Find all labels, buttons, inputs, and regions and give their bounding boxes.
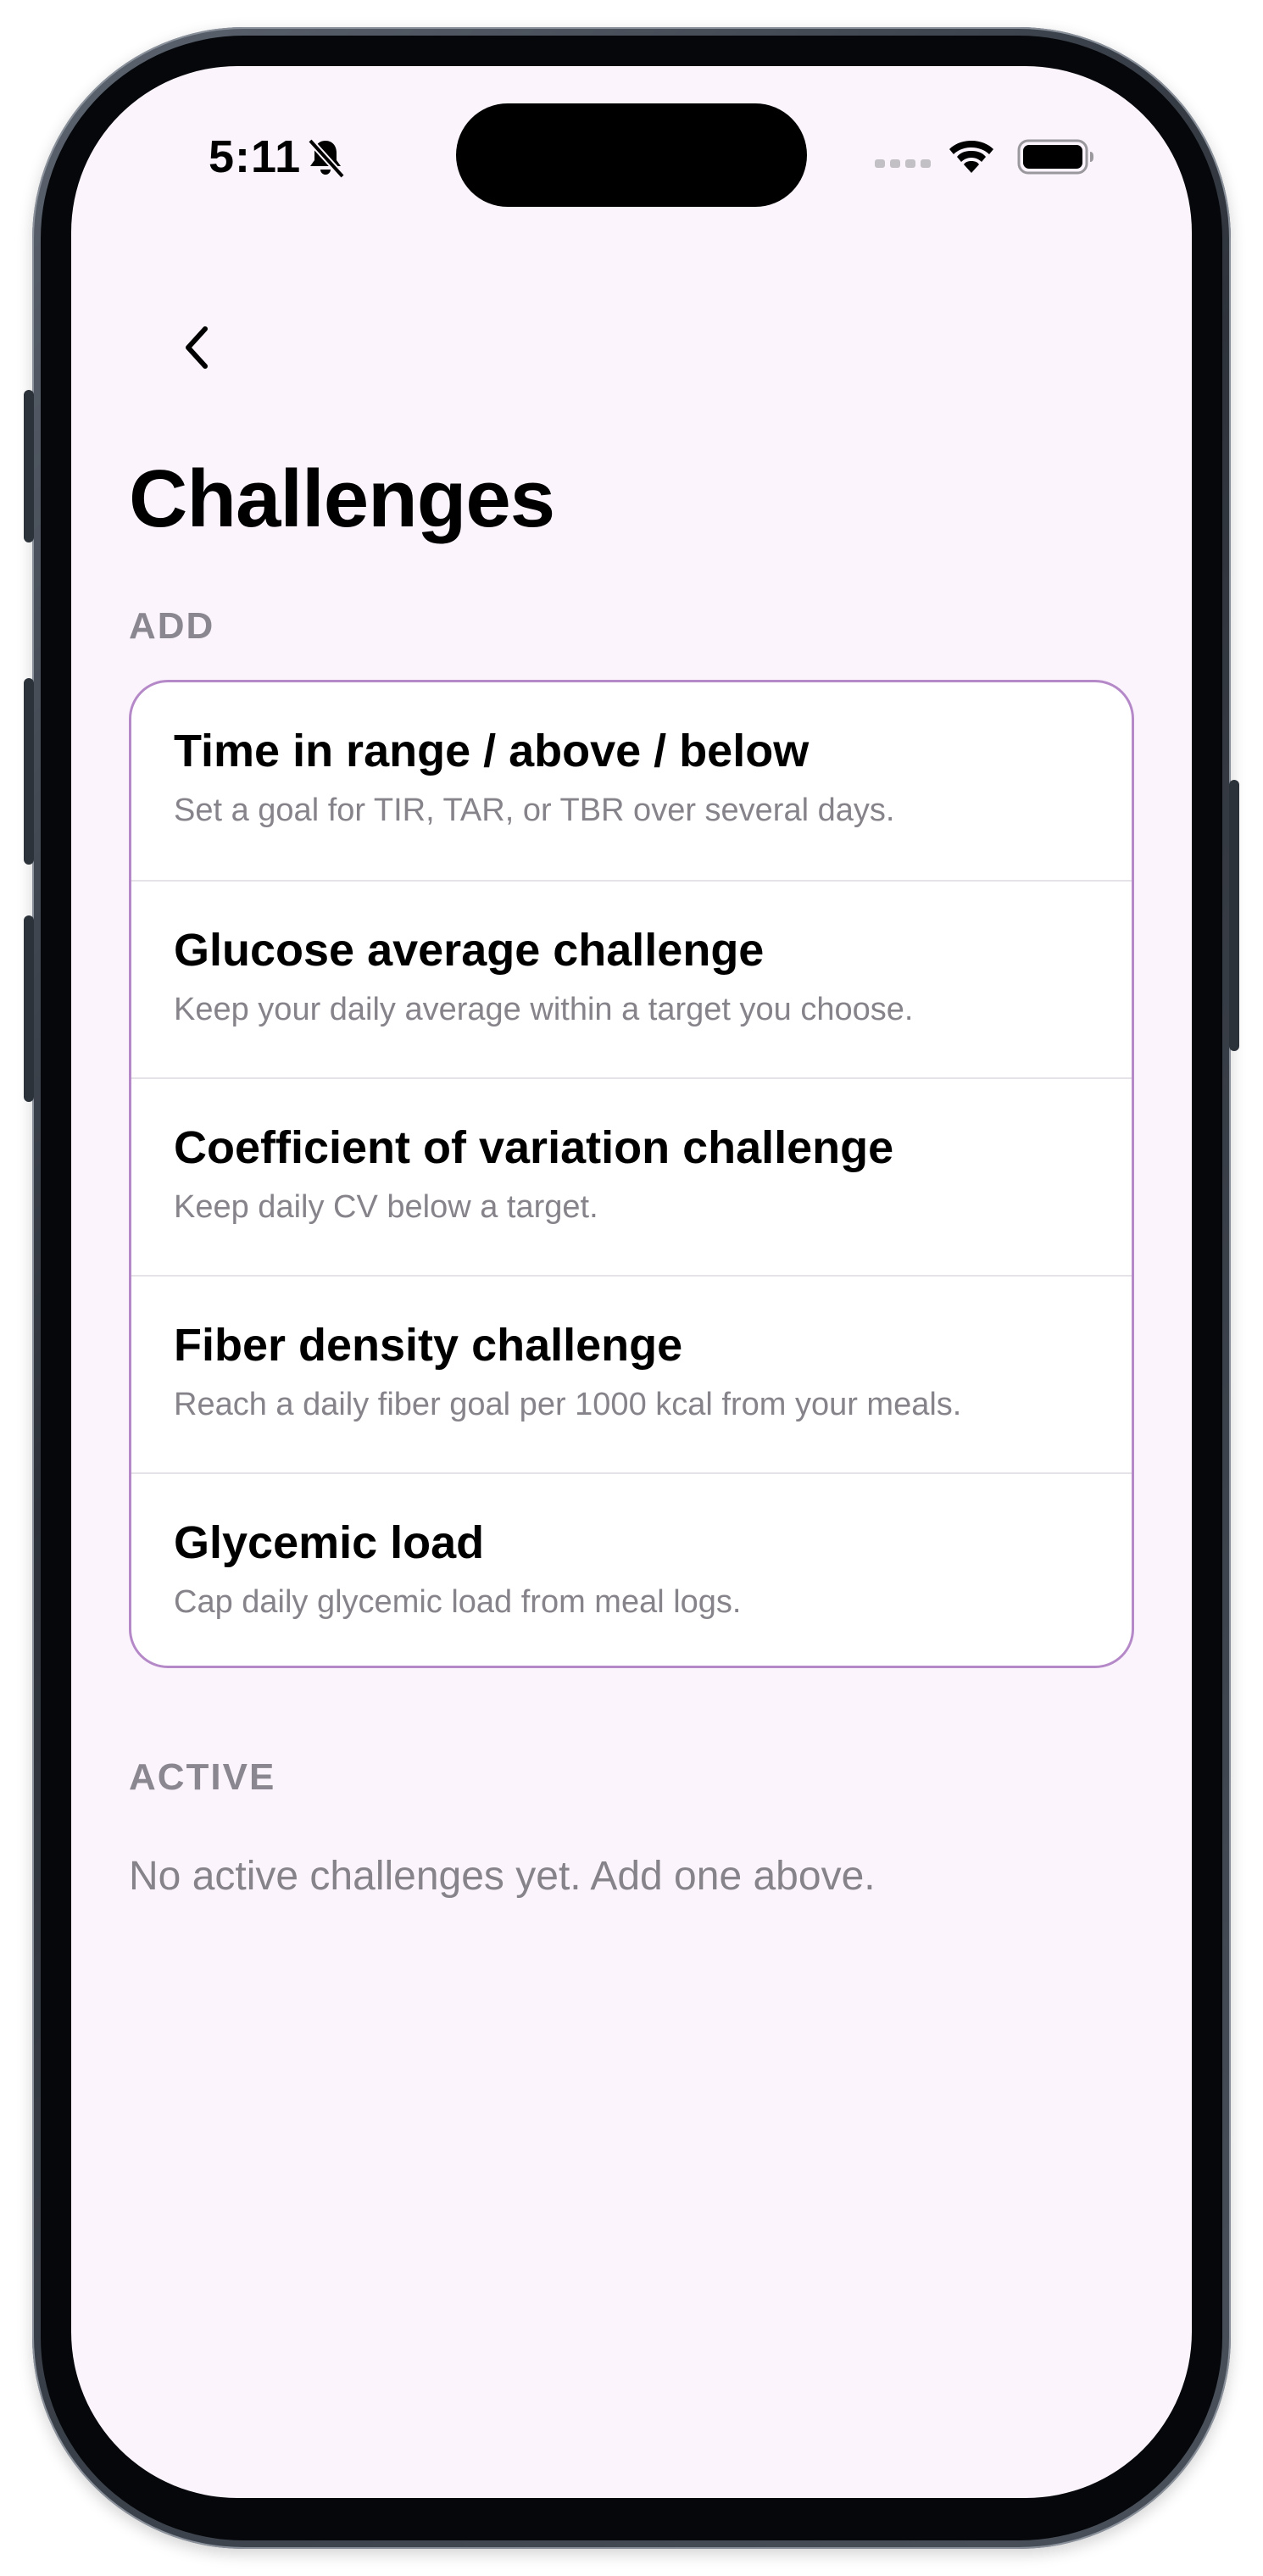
challenge-description: Set a goal for TIR, TAR, or TBR over sev… bbox=[174, 793, 895, 828]
volume-down-button bbox=[24, 915, 34, 1102]
action-button bbox=[24, 390, 34, 542]
page-title: Challenges bbox=[129, 453, 555, 544]
volume-up-button bbox=[24, 678, 34, 865]
challenge-title: Time in range / above / below bbox=[174, 726, 810, 776]
battery-icon bbox=[1017, 139, 1093, 175]
power-button bbox=[1229, 780, 1239, 1051]
cellular-signal-icon bbox=[875, 159, 931, 168]
challenge-option-coefficient-of-variation[interactable]: Coefficient of variation challenge Keep … bbox=[131, 1077, 1132, 1275]
challenge-description: Cap daily glycemic load from meal logs. bbox=[174, 1584, 742, 1620]
active-empty-message: No active challenges yet. Add one above. bbox=[129, 1854, 876, 1899]
wifi-icon bbox=[949, 141, 993, 173]
challenge-description: Keep your daily average within a target … bbox=[174, 992, 914, 1027]
challenge-option-glucose-average[interactable]: Glucose average challenge Keep your dail… bbox=[131, 880, 1132, 1077]
back-button[interactable] bbox=[161, 312, 232, 383]
add-section-label: ADD bbox=[129, 605, 215, 647]
app-screen: 5:11 Challenges ADD Time in range / abov… bbox=[71, 66, 1192, 2498]
challenge-title: Glycemic load bbox=[174, 1517, 485, 1568]
challenge-description: Reach a daily fiber goal per 1000 kcal f… bbox=[174, 1387, 962, 1422]
add-challenge-list: Time in range / above / below Set a goal… bbox=[129, 680, 1134, 1668]
challenge-description: Keep daily CV below a target. bbox=[174, 1189, 598, 1225]
challenge-title: Fiber density challenge bbox=[174, 1320, 683, 1371]
challenge-option-time-in-range[interactable]: Time in range / above / below Set a goal… bbox=[131, 682, 1132, 880]
status-time: 5:11 bbox=[209, 131, 302, 182]
active-section-label: ACTIVE bbox=[129, 1756, 276, 1798]
challenge-option-glycemic-load[interactable]: Glycemic load Cap daily glycemic load fr… bbox=[131, 1472, 1132, 1666]
challenge-title: Coefficient of variation challenge bbox=[174, 1122, 894, 1173]
challenge-option-fiber-density[interactable]: Fiber density challenge Reach a daily fi… bbox=[131, 1275, 1132, 1472]
dynamic-island bbox=[456, 103, 807, 207]
challenge-title: Glucose average challenge bbox=[174, 925, 765, 976]
bell-slash-icon bbox=[308, 138, 345, 179]
chevron-left-icon bbox=[186, 326, 208, 369]
